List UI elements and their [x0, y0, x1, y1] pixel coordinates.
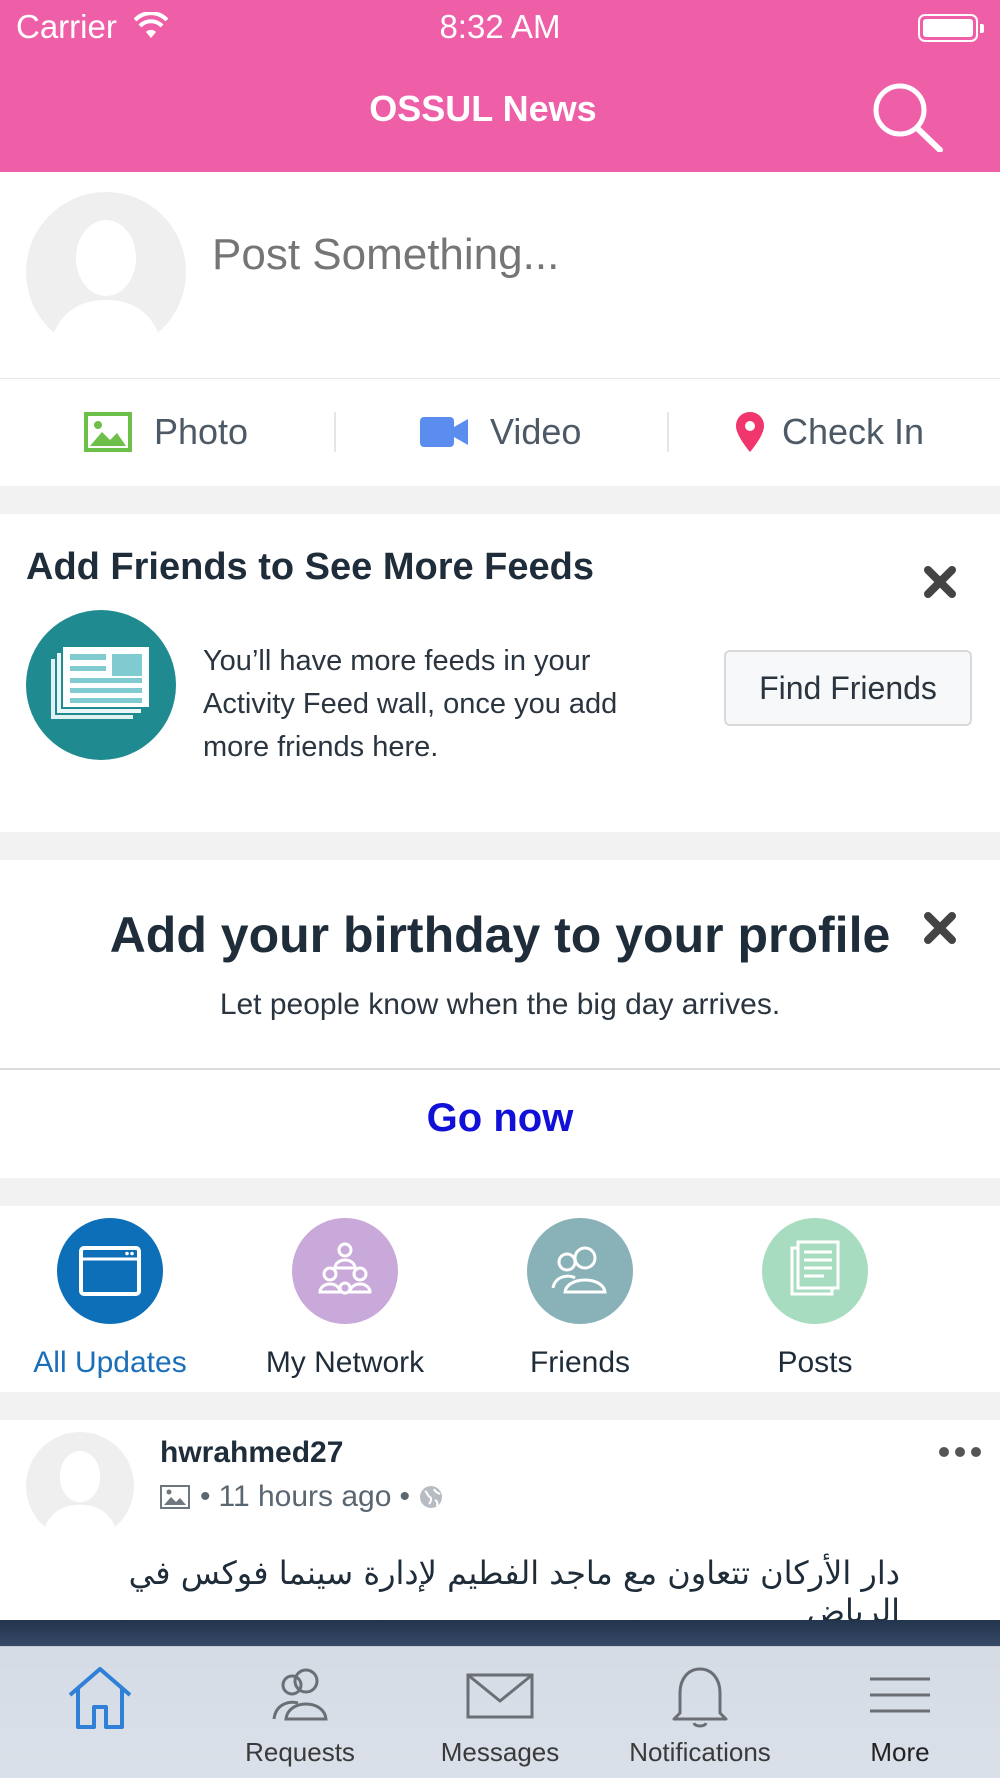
filter-label: Posts: [777, 1346, 853, 1379]
filter-label: All Updates: [33, 1346, 187, 1379]
filter-posts[interactable]: Posts: [715, 1218, 915, 1388]
tab-more[interactable]: More: [800, 1647, 1000, 1778]
video-camera-icon: [420, 417, 468, 447]
divider: [0, 378, 1000, 379]
network-icon: [292, 1218, 398, 1324]
more-options-icon[interactable]: [938, 1442, 982, 1462]
filter-label: Friends: [529, 1346, 631, 1379]
post-time: 11 hours ago: [218, 1480, 392, 1513]
friends-icon: [527, 1218, 633, 1324]
birthday-card: Add your birthday to your profile Let pe…: [0, 860, 1000, 1178]
filter-friends[interactable]: Friends: [480, 1218, 680, 1388]
birthday-subtitle: Let people know when the big day arrives…: [219, 988, 781, 1021]
post-text: دار الأركان تتعاون مع ماجد الفطيم لإدارة…: [128, 1554, 900, 1630]
clock: 8:32 AM: [439, 8, 561, 45]
post-input[interactable]: [212, 230, 912, 280]
menu-icon: [870, 1677, 930, 1713]
avatar[interactable]: [26, 192, 186, 352]
post-composer: Photo Video Check In: [0, 172, 1000, 486]
divider: [334, 412, 336, 452]
photo-icon: [84, 412, 132, 452]
tab-messages[interactable]: Messages: [400, 1647, 600, 1778]
filter-all-updates[interactable]: All Updates: [10, 1218, 210, 1388]
default-avatar-icon: [40, 1450, 120, 1540]
filter-label: My Network: [265, 1346, 425, 1379]
browser-window-icon: [57, 1218, 163, 1324]
birthday-title: Add your birthday to your profile: [109, 907, 891, 963]
filter-my-network[interactable]: My Network: [245, 1218, 445, 1388]
app-screen: Carrier 8:32 AM OSSUL News Post Somethin…: [0, 0, 1000, 1778]
meta-dot: •: [200, 1480, 211, 1513]
find-friends-button[interactable]: Find Friends: [724, 650, 972, 726]
feed-filter-bar: All Updates My Network Friends Posts: [0, 1206, 1000, 1392]
tab-label: Requests: [245, 1737, 355, 1767]
header-bar: Carrier 8:32 AM OSSUL News: [0, 0, 1000, 172]
check-in-label: Check In: [782, 411, 925, 452]
close-icon[interactable]: [920, 562, 960, 602]
default-avatar-icon: [48, 220, 164, 352]
home-icon: [68, 1667, 132, 1729]
people-icon: [272, 1668, 328, 1721]
tab-label: More: [870, 1737, 930, 1767]
go-now-link[interactable]: Go now: [0, 1096, 1000, 1141]
avatar[interactable]: [26, 1432, 134, 1540]
meta-dot: •: [399, 1480, 410, 1513]
photo-icon: [160, 1485, 190, 1509]
page-title: OSSUL News: [369, 88, 597, 129]
newspaper-icon: [26, 610, 176, 760]
video-label: Video: [490, 411, 582, 452]
divider: [0, 1068, 1000, 1070]
card-description: You’ll have more feeds in your Activity …: [203, 645, 618, 763]
card-title: Add Friends to See More Feeds: [26, 546, 594, 588]
photo-button[interactable]: Photo: [84, 402, 248, 462]
location-pin-icon: [736, 412, 764, 452]
tab-label: Messages: [440, 1737, 560, 1767]
search-icon[interactable]: [870, 80, 946, 152]
battery-icon: [918, 14, 984, 42]
tab-label: Notifications: [629, 1737, 771, 1767]
add-friends-card: Add Friends to See More Feeds You’ll hav…: [0, 514, 1000, 832]
close-icon[interactable]: [920, 908, 960, 948]
post-username[interactable]: hwrahmed27: [160, 1436, 343, 1470]
tab-notifications[interactable]: Notifications: [600, 1647, 800, 1778]
tab-requests[interactable]: Requests: [200, 1647, 400, 1778]
bell-icon: [672, 1667, 728, 1728]
check-in-button[interactable]: Check In: [736, 402, 924, 462]
envelope-icon: [466, 1673, 534, 1719]
tab-bar: Requests Messages Notifications More: [0, 1646, 1000, 1778]
post-meta: • 11 hours ago •: [160, 1480, 444, 1514]
document-icon: [762, 1218, 868, 1324]
globe-icon: [419, 1486, 442, 1508]
video-button[interactable]: Video: [420, 402, 581, 462]
tab-home[interactable]: [0, 1647, 200, 1778]
divider: [667, 412, 669, 452]
photo-label: Photo: [154, 411, 249, 452]
